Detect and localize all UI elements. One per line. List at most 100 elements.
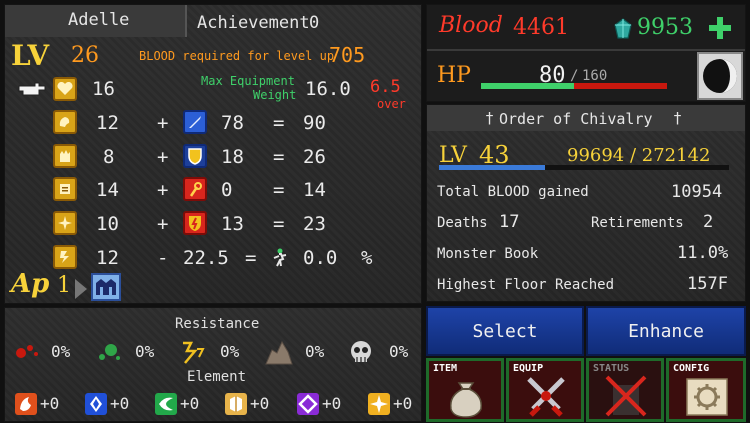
hp-current: 80 <box>539 63 566 88</box>
over-label: over <box>377 97 406 111</box>
defense-icon <box>53 144 77 168</box>
max-equip-label-2: Weight <box>253 88 297 102</box>
magic-total: 14 <box>303 179 326 201</box>
strength-icon <box>53 110 77 134</box>
achievement-value: 0 <box>309 13 320 33</box>
retirements-label: Retirements <box>591 215 684 231</box>
staff-icon <box>183 177 207 201</box>
agility-unit: % <box>361 247 373 269</box>
blood-resist-value: 0% <box>51 342 71 361</box>
tab-equip[interactable]: EQUIP <box>506 358 584 422</box>
magic-base: 14 <box>96 179 119 201</box>
ap-value: 1 <box>57 273 71 298</box>
blood-required-value: 705 <box>329 43 366 67</box>
tab-item[interactable]: ITEM <box>426 358 504 422</box>
character-name: Adelle <box>68 10 130 30</box>
blood-required-label: BLOOD required for level up <box>139 49 335 63</box>
paralysis-resist-icon <box>177 339 209 365</box>
defense-bonus: 18 <box>221 146 244 168</box>
order-panel: † Order of Chivalry † LV 43 99694 / 2721… <box>426 104 746 302</box>
agility-base: 12 <box>96 247 119 269</box>
order-title-left-cross: † <box>485 109 495 127</box>
strength-eq: = <box>273 112 285 134</box>
monster-book-value: 11.0% <box>677 243 729 263</box>
character-class-icon[interactable] <box>91 273 121 301</box>
magic-bonus: 0 <box>221 179 233 201</box>
fire-element-value: +0 <box>40 394 60 413</box>
spirit-base: 10 <box>96 213 119 235</box>
earth-element-icon <box>225 393 247 415</box>
magic-icon <box>53 177 77 201</box>
crossed-swords-icon <box>523 373 569 419</box>
poison-resist-value: 0% <box>135 342 155 361</box>
agility-eq: = <box>245 247 257 269</box>
poison-resist-icon <box>93 340 125 364</box>
spirit-icon <box>53 211 77 235</box>
spirit-total: 23 <box>303 213 326 235</box>
defense-total: 26 <box>303 146 326 168</box>
select-button[interactable]: Select <box>426 306 584 356</box>
level-value: 26 <box>71 43 99 68</box>
moon-phase-icon[interactable] <box>697 52 743 100</box>
money-bag-icon <box>443 373 489 419</box>
magic-eq: = <box>273 179 285 201</box>
spirit-eq: = <box>273 213 285 235</box>
resources-divider <box>427 49 745 51</box>
defense-op: + <box>157 146 169 168</box>
pointing-hand-icon <box>17 80 47 98</box>
tab-config[interactable]: CONFIG <box>666 358 746 422</box>
max-equip-label-1: Max Equipment <box>201 74 295 88</box>
add-gems-button[interactable] <box>707 15 733 41</box>
resistance-title: Resistance <box>175 316 260 332</box>
total-blood-value: 10954 <box>671 182 723 202</box>
resources-panel: Blood 4461 9953 HP 80 / 160 <box>426 4 746 102</box>
hp-slash: / <box>570 68 579 84</box>
magic-op: + <box>157 179 169 201</box>
paralysis-resist-value: 0% <box>220 342 240 361</box>
exp-text: 99694 / 272142 <box>567 145 711 166</box>
element-title: Element <box>187 369 247 385</box>
heart-stat-icon <box>53 77 77 101</box>
agility-total: 0.0 <box>303 247 338 269</box>
monster-book-label: Monster Book <box>437 246 539 262</box>
sword-icon <box>183 110 207 134</box>
light-element-icon <box>368 393 390 415</box>
water-element-value: +0 <box>110 394 130 413</box>
petrify-resist-icon <box>263 338 295 366</box>
deaths-value: 17 <box>499 212 520 232</box>
wind-element-value: +0 <box>180 394 200 413</box>
light-element-value: +0 <box>393 394 413 413</box>
max-equip-value: 16.0 <box>305 78 351 100</box>
petrify-resist-value: 0% <box>305 342 325 361</box>
ap-arrow <box>75 279 87 299</box>
blood-label: Blood <box>439 13 503 38</box>
highest-floor-value: 157F <box>687 274 728 294</box>
enhance-button[interactable]: Enhance <box>586 306 746 356</box>
gear-scroll-icon <box>683 373 731 419</box>
dark-element-icon <box>297 393 319 415</box>
hp-max: 160 <box>582 68 608 84</box>
strength-op: + <box>157 112 169 134</box>
ward-icon <box>183 211 207 235</box>
level-label: LV <box>11 39 50 72</box>
strength-bonus: 78 <box>221 112 244 134</box>
order-title-right-cross: † <box>673 109 683 127</box>
death-resist-icon <box>347 338 375 366</box>
defense-eq: = <box>273 146 285 168</box>
earth-element-value: +0 <box>250 394 270 413</box>
character-panel: Adelle Achievement 0 LV 26 BLOOD require… <box>4 4 422 304</box>
hp-label: HP <box>437 63 471 88</box>
exp-bar-fill <box>439 165 546 170</box>
dark-element-value: +0 <box>322 394 342 413</box>
order-title: Order of Chivalry <box>499 110 653 128</box>
achievement-label: Achievement <box>197 13 310 33</box>
over-value: 6.5 <box>370 77 401 97</box>
tab-status[interactable]: STATUS <box>586 358 664 422</box>
defense-base: 8 <box>103 146 115 168</box>
strength-base: 12 <box>96 112 119 134</box>
water-element-icon <box>85 393 107 415</box>
spirit-bonus: 13 <box>221 213 244 235</box>
ap-label: Ap <box>11 269 50 299</box>
shield-icon <box>183 144 207 168</box>
fire-element-icon <box>15 393 37 415</box>
